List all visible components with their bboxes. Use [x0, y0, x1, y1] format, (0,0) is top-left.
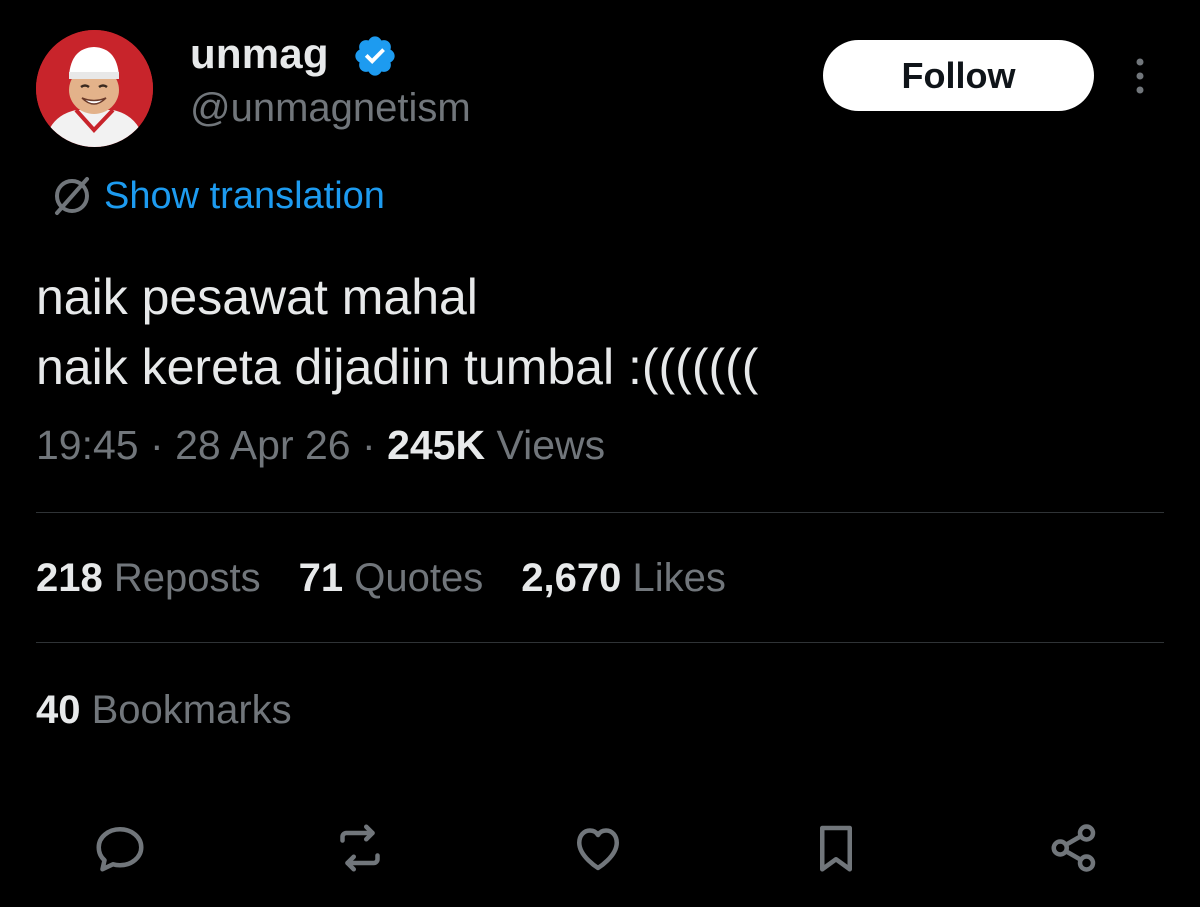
- more-options-icon[interactable]: [1122, 52, 1158, 100]
- avatar-image: [36, 30, 153, 147]
- user-handle[interactable]: @unmagnetism: [190, 86, 471, 131]
- views-count[interactable]: 245K: [387, 422, 485, 468]
- bookmarks-label: Bookmarks: [91, 688, 292, 732]
- tweet-line: naik pesawat mahal: [36, 269, 478, 325]
- bookmark-button[interactable]: [806, 818, 866, 878]
- bookmarks-stat[interactable]: 40 Bookmarks: [36, 688, 292, 733]
- quotes-label: Quotes: [354, 556, 484, 600]
- divider: [36, 512, 1164, 513]
- meta-separator: ·: [362, 422, 376, 468]
- verified-badge-icon: [355, 36, 395, 76]
- reply-button[interactable]: [90, 818, 150, 878]
- reply-icon: [96, 827, 144, 872]
- likes-stat[interactable]: 2,670 Likes: [521, 556, 726, 601]
- repost-button[interactable]: [330, 818, 390, 878]
- like-icon: [577, 828, 619, 871]
- repost-icon: [340, 824, 380, 872]
- show-translation-label: Show translation: [104, 174, 385, 217]
- tweet-date[interactable]: 28 Apr 26: [175, 422, 351, 468]
- share-icon: [1051, 824, 1096, 872]
- bookmark-icon: [820, 825, 852, 872]
- avatar[interactable]: [36, 30, 153, 147]
- bookmarks-count: 40: [36, 688, 81, 732]
- tweet-line: naik kereta dijadiin tumbal :(((((((: [36, 339, 759, 395]
- tweet-time[interactable]: 19:45: [36, 422, 139, 468]
- tweet-meta: 19:45 · 28 Apr 26 · 245K Views: [36, 422, 605, 469]
- views-label[interactable]: Views: [497, 422, 606, 468]
- likes-label: Likes: [632, 556, 726, 600]
- tweet-text: naik pesawat mahal naik kereta dijadiin …: [36, 262, 758, 402]
- show-translation-link[interactable]: Show translation: [48, 172, 385, 220]
- follow-button[interactable]: Follow: [823, 40, 1094, 111]
- like-button[interactable]: [568, 818, 628, 878]
- reposts-count: 218: [36, 556, 103, 600]
- engagement-stats: 218 Reposts 71 Quotes 2,670 Likes: [36, 556, 764, 601]
- quotes-stat[interactable]: 71 Quotes: [299, 556, 484, 601]
- divider: [36, 642, 1164, 643]
- display-name[interactable]: unmag: [190, 30, 329, 78]
- reposts-label: Reposts: [113, 556, 261, 600]
- translate-icon: [55, 177, 89, 215]
- meta-separator: ·: [150, 422, 164, 468]
- share-button[interactable]: [1044, 818, 1104, 878]
- likes-count: 2,670: [521, 556, 622, 600]
- reposts-stat[interactable]: 218 Reposts: [36, 556, 261, 601]
- quotes-count: 71: [298, 556, 344, 600]
